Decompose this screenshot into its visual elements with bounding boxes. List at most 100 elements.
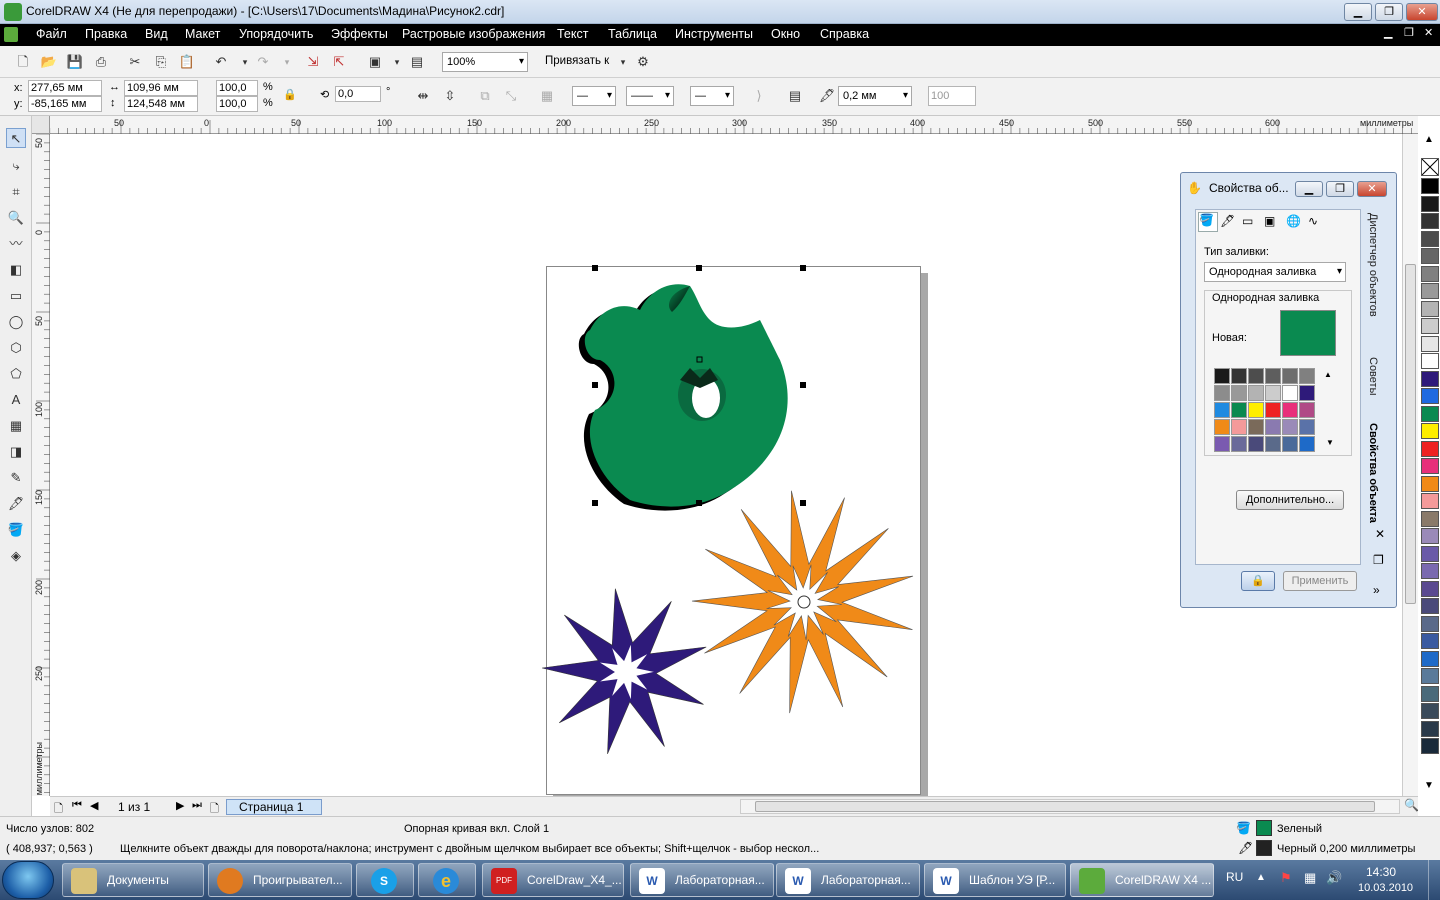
side-tab-expand-icon[interactable]: » — [1373, 583, 1380, 597]
zoom-combo[interactable]: 100% — [442, 52, 528, 72]
first-page-icon[interactable]: ⏮ — [72, 799, 82, 812]
group-icon[interactable]: ⧉ — [476, 87, 494, 105]
text-tool-icon[interactable]: A — [6, 390, 26, 410]
palette-swatch[interactable] — [1421, 195, 1439, 212]
clock-date[interactable]: 10.03.2010 — [1358, 882, 1413, 894]
palette-swatch[interactable] — [1421, 213, 1439, 229]
redo-icon[interactable]: ↷ — [254, 53, 272, 71]
zoom-tool-icon[interactable]: 🔍 — [6, 208, 26, 228]
page-tab[interactable]: Страница 1 — [226, 799, 322, 815]
palette-swatch[interactable] — [1421, 545, 1439, 562]
navigator-zoom-icon[interactable]: 🔍 — [1404, 798, 1419, 812]
outline-color-swatch[interactable] — [1256, 840, 1272, 856]
grid-color-swatch[interactable] — [1299, 419, 1315, 435]
menu-help[interactable]: Справка — [820, 27, 869, 41]
apply-button[interactable]: Применить — [1283, 571, 1357, 591]
palette-swatch[interactable] — [1421, 493, 1439, 509]
purple-star-shape[interactable] — [542, 588, 707, 755]
minimize-button[interactable]: ▁ — [1344, 3, 1372, 21]
vertical-scroll-thumb[interactable] — [1405, 264, 1416, 604]
ungroup-icon[interactable]: ⤡ — [502, 87, 520, 105]
grid-scroll-down-icon[interactable]: ▼ — [1326, 438, 1334, 447]
task-pdf[interactable]: PDF CorelDraw_X4_... — [482, 863, 624, 897]
grid-color-swatch[interactable] — [1231, 436, 1247, 452]
undo-dropdown-icon[interactable]: ▾ — [236, 53, 254, 71]
clock-time[interactable]: 14:30 — [1366, 865, 1396, 879]
task-coreldraw[interactable]: CorelDRAW X4 ... — [1070, 863, 1214, 897]
grid-color-swatch[interactable] — [1231, 402, 1247, 418]
color-grid[interactable] — [1214, 368, 1315, 454]
interactive-fill-tool-icon[interactable]: ◈ — [6, 546, 26, 566]
grid-color-swatch[interactable] — [1282, 436, 1298, 452]
grid-color-swatch[interactable] — [1248, 385, 1264, 401]
menu-tools[interactable]: Инструменты — [675, 27, 753, 41]
basic-shapes-tool-icon[interactable]: ⬠ — [6, 364, 26, 384]
mirror-v-icon[interactable]: ⇳ — [441, 87, 459, 105]
docker-minimize-button[interactable]: ▁ — [1295, 181, 1323, 197]
menu-bitmaps[interactable]: Растровые изображения — [402, 27, 545, 41]
side-tab-copy-icon[interactable]: ❐ — [1373, 553, 1384, 567]
show-hidden-icons-icon[interactable]: ▲ — [1256, 872, 1266, 883]
shape-tool-icon[interactable]: ⤷ — [6, 156, 26, 176]
outline-tool-icon[interactable]: 🖋 — [6, 494, 26, 514]
table-tool-icon[interactable]: ▦ — [6, 416, 26, 436]
horizontal-scroll-thumb[interactable] — [755, 801, 1375, 812]
palette-swatch[interactable] — [1421, 178, 1439, 194]
palette-swatch[interactable] — [1421, 388, 1439, 404]
menu-edit[interactable]: Правка — [85, 27, 127, 41]
menu-window[interactable]: Окно — [771, 27, 800, 41]
horizontal-ruler[interactable]: 50 0 50 100 150 200 250 300 350 400 450 … — [32, 116, 1418, 134]
palette-swatch[interactable] — [1421, 458, 1439, 474]
grid-color-swatch[interactable] — [1282, 368, 1298, 384]
green-extruded-shape[interactable] — [578, 284, 788, 511]
grid-color-swatch[interactable] — [1299, 385, 1315, 401]
app-launcher-icon[interactable]: ▣ — [366, 53, 384, 71]
palette-swatch[interactable] — [1421, 335, 1439, 352]
grid-color-swatch[interactable] — [1265, 385, 1281, 401]
polygon-tool-icon[interactable]: ⬡ — [6, 338, 26, 358]
grid-color-swatch[interactable] — [1214, 385, 1230, 401]
palette-swatch[interactable] — [1421, 248, 1439, 264]
outline-tab-icon[interactable]: 🖋 — [1220, 214, 1235, 228]
palette-swatch[interactable] — [1421, 668, 1439, 684]
launcher-dropdown-icon[interactable]: ▾ — [388, 53, 406, 71]
grid-color-swatch[interactable] — [1265, 419, 1281, 435]
cut-icon[interactable]: ✂ — [126, 53, 144, 71]
palette-swatch[interactable] — [1421, 580, 1439, 597]
grid-color-swatch[interactable] — [1265, 402, 1281, 418]
palette-swatch[interactable] — [1421, 738, 1439, 754]
curve-tab-icon[interactable]: ∿ — [1308, 214, 1318, 228]
object-manager-side-tab[interactable]: Диспетчер объектов — [1367, 213, 1379, 317]
task-media-player[interactable]: Проигрывател... — [208, 863, 352, 897]
options-icon[interactable]: ⚙ — [634, 53, 652, 71]
palette-swatch[interactable] — [1421, 563, 1439, 579]
start-arrow-combo[interactable]: — — [572, 86, 616, 106]
detail-tab-icon[interactable]: ▣ — [1264, 214, 1275, 228]
grid-color-swatch[interactable] — [1214, 368, 1230, 384]
grid-color-swatch[interactable] — [1299, 368, 1315, 384]
palette-swatch[interactable] — [1421, 475, 1439, 492]
close-curve-icon[interactable]: ⟩ — [750, 87, 768, 105]
palette-swatch[interactable] — [1421, 318, 1439, 334]
grid-color-swatch[interactable] — [1248, 368, 1264, 384]
last-page-icon[interactable]: ⏭ — [192, 799, 202, 812]
palette-swatch[interactable] — [1421, 230, 1439, 247]
pick-tool-icon[interactable]: ↖ — [6, 128, 26, 148]
width-field[interactable]: 109,96 мм — [124, 80, 198, 96]
maximize-button[interactable]: ❐ — [1375, 3, 1403, 21]
palette-swatch[interactable] — [1421, 510, 1439, 527]
general-tab-icon[interactable]: ▭ — [1242, 214, 1253, 228]
crop-tool-icon[interactable]: ⌗ — [6, 182, 26, 202]
task-word-lab1[interactable]: W Лабораторная... — [630, 863, 774, 897]
freehand-tool-icon[interactable]: 〰 — [6, 234, 26, 254]
network-icon[interactable]: ▦ — [1304, 870, 1316, 886]
start-button[interactable] — [2, 861, 54, 899]
internet-tab-icon[interactable]: 🌐 — [1286, 214, 1301, 228]
import-icon[interactable]: ⇲ — [304, 53, 322, 71]
copy-icon[interactable]: ⎘ — [152, 53, 170, 71]
horizontal-scrollbar[interactable] — [740, 799, 1400, 814]
paste-icon[interactable]: 📋 — [178, 53, 196, 71]
palette-scroll-up-icon[interactable]: ▲ — [1420, 134, 1438, 152]
hints-side-tab[interactable]: Советы — [1367, 357, 1379, 395]
menu-view[interactable]: Вид — [145, 27, 168, 41]
